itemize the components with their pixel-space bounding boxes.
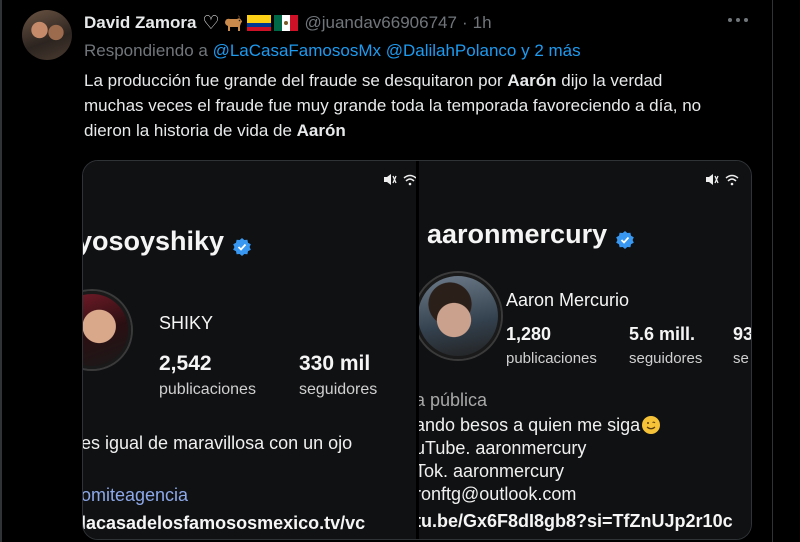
author-emojis: ♡ [202,12,299,34]
dog-icon [222,14,244,32]
bio-url: tu.be/Gx6F8dI8gb8?si=TfZnUJp2r10c [419,511,733,531]
verified-badge-icon [615,226,635,249]
tweet-timestamp[interactable]: 1h [473,13,492,33]
profile-picture [419,273,501,359]
followers-count: 5.6 mill. [629,324,696,344]
reply-prefix: Respondiendo a [84,41,208,60]
mute-icon [705,173,719,186]
bio-line-2: uTube. aaronmercury [419,438,587,458]
instagram-username: yosoyshiky [83,226,252,257]
tweet-text-bold1: Aarón [507,71,557,90]
followers-count: 330 mil [299,352,371,375]
mute-icon [383,173,397,186]
timeline-border-right [772,0,773,542]
author-handle[interactable]: @juandav66906747 [304,13,456,33]
more-options-icon[interactable] [728,17,748,23]
mexico-flag-icon [274,15,299,31]
bio-line: es igual de maravillosa con un ojo [83,433,353,453]
author-name[interactable]: David Zamora [84,13,196,33]
author-avatar[interactable] [22,10,72,60]
bio-line-1-text: ando besos a quien me siga [419,415,641,435]
smiling-face-icon [642,416,661,434]
bio-url: lacasadelosfamososmexico.tv/vc [83,513,366,533]
bio-line-4: ronftg@outlook.com [419,484,577,504]
wifi-icon [725,174,739,186]
profile-display-name: Aaron Mercurio [506,290,630,310]
tweet-text-bold2: Aarón [296,121,346,140]
phone-status-icons [705,173,739,186]
profile-category: a pública [419,390,488,410]
timeline-border-left [0,0,2,542]
media-image-left[interactable]: yosoyshiky SHIKY 2,542 publicaciones 330… [83,161,416,539]
colombia-flag-icon [247,15,272,31]
profile-display-name: SHIKY [159,313,214,333]
username-text: yosoyshiky [83,226,225,256]
bio-line-3: Tok. aaronmercury [419,461,565,481]
followers-label: seguidores [299,381,378,398]
username-text: aaronmercury [427,219,608,249]
white-heart-icon: ♡ [202,12,220,34]
separator-dot: · [461,13,468,32]
posts-count: 1,280 [506,324,552,344]
following-label: se [733,350,749,367]
tweet-text: La producción fue grande del fraude se d… [84,68,724,143]
reply-context: Respondiendo a @LaCasaFamososMx @Dalilah… [84,41,581,61]
posts-label: publicaciones [159,381,256,398]
phone-status-icons [383,173,416,186]
media-image-right[interactable]: aaronmercury Aaron Mercurio 1,280 public… [419,161,752,539]
posts-label: publicaciones [506,350,597,367]
reply-mentions[interactable]: @LaCasaFamososMx @DalilahPolanco y 2 más [213,41,581,60]
followers-label: seguidores [629,350,703,367]
profile-picture [83,291,131,369]
posts-count: 2,542 [159,352,212,375]
bio-line-1: ando besos a quien me siga [419,415,661,436]
tweet-media[interactable]: yosoyshiky SHIKY 2,542 publicaciones 330… [82,160,752,540]
tweet-header: David Zamora ♡ @juandav66906747 · 1h [84,11,492,35]
tweet-text-part1: La producción fue grande del fraude se d… [84,71,508,90]
verified-badge-icon [232,233,252,256]
following-count: 93 [733,324,752,344]
bio-link: omiteagencia [83,485,189,505]
wifi-icon [403,174,416,186]
instagram-username: aaronmercury [427,219,635,250]
